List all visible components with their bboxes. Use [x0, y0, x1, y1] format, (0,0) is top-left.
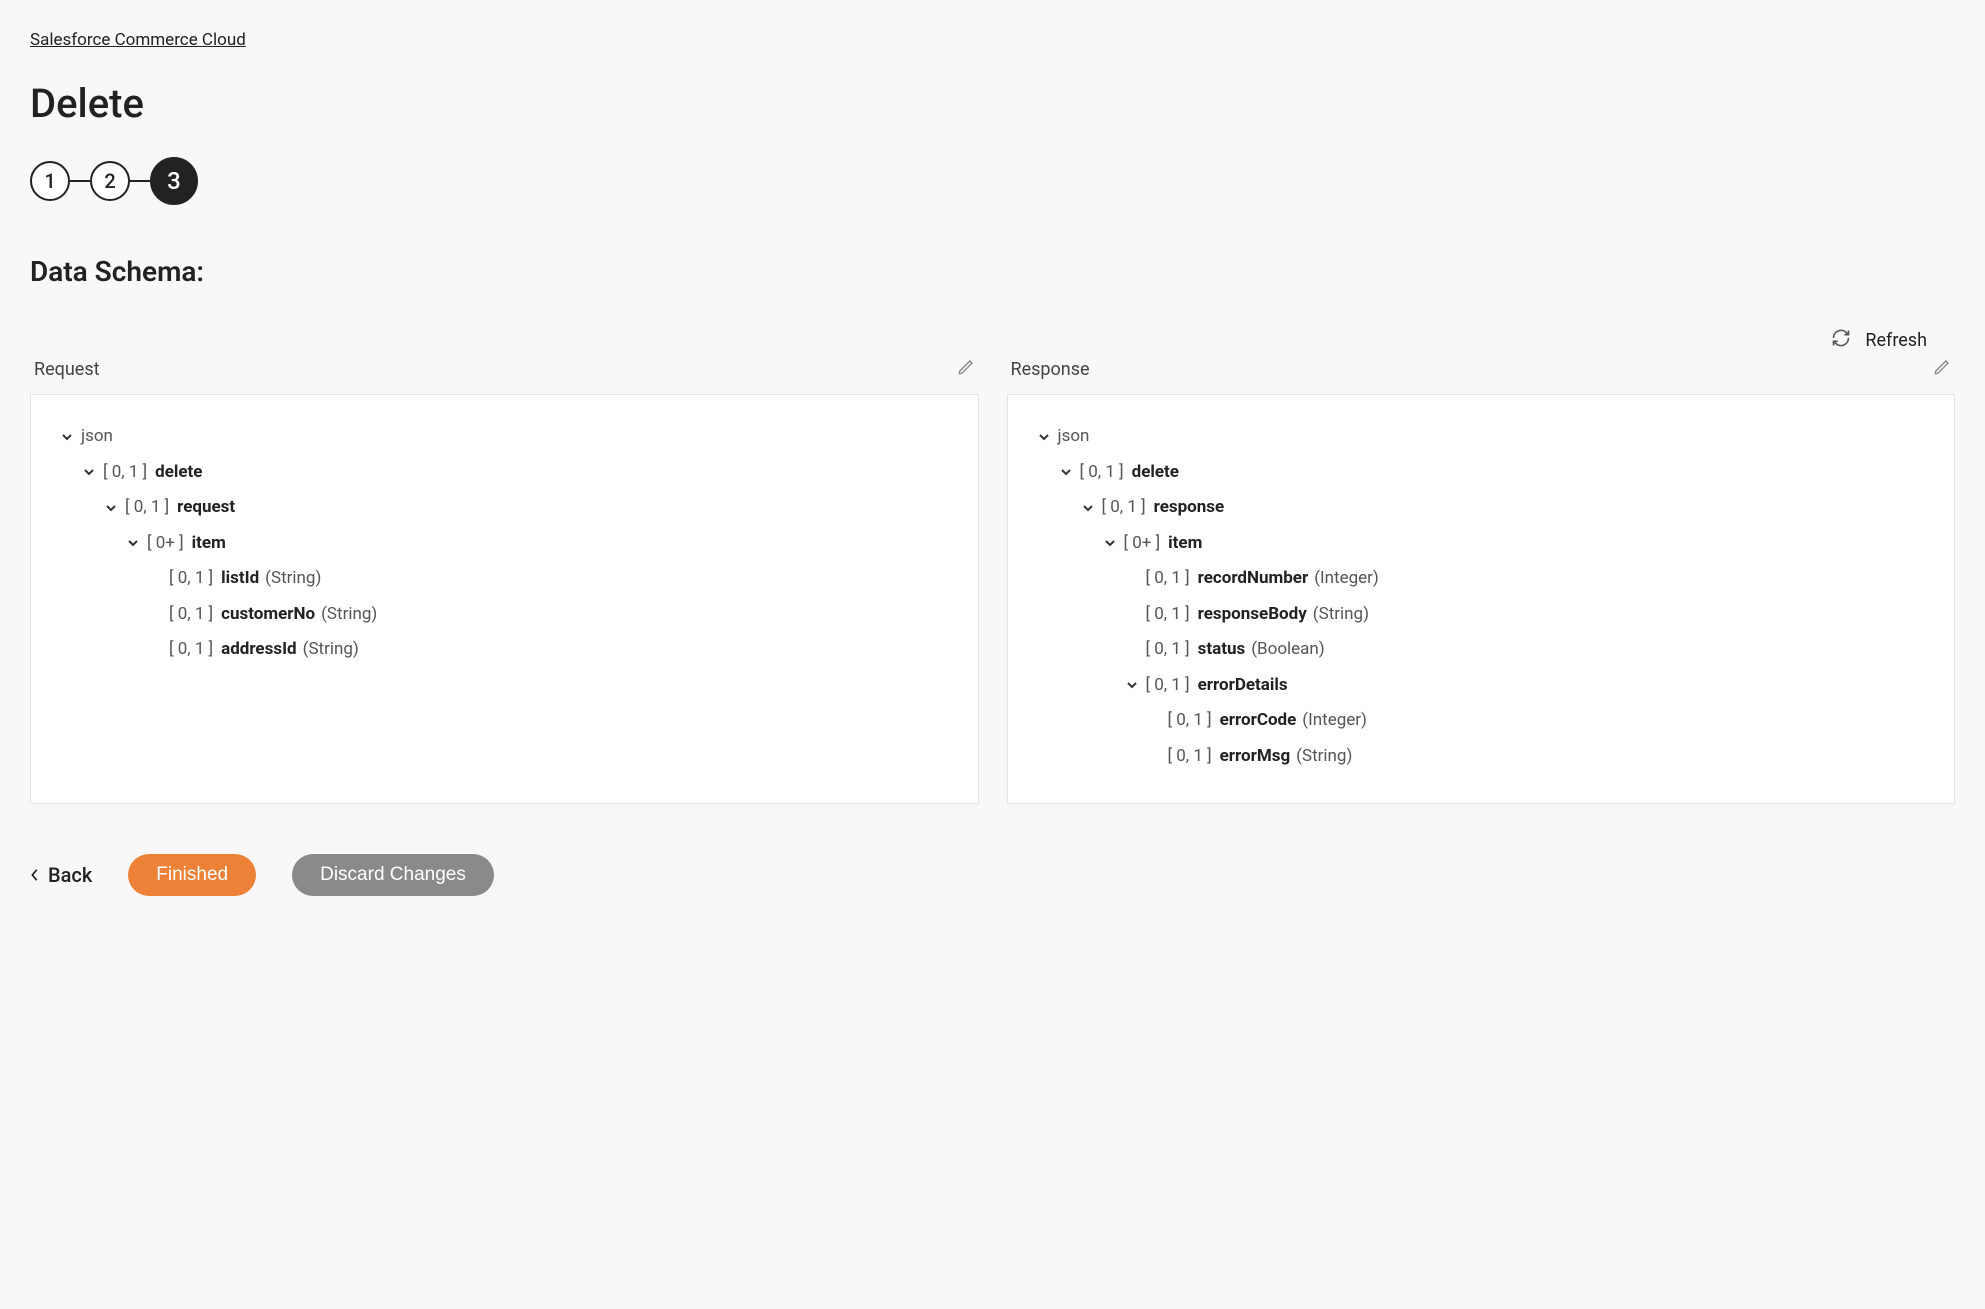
tree-cardinality: [ 0, 1 ]	[1168, 744, 1212, 770]
tree-node-type: (String)	[1313, 602, 1369, 628]
tree-row: [ 0, 1 ] status (Boolean)	[1036, 632, 1927, 668]
tree-row: [ 0, 1 ] request	[59, 490, 950, 526]
tree-node-name: errorDetails	[1198, 673, 1288, 699]
tree-cardinality: [ 0, 1 ]	[1146, 637, 1190, 663]
request-panel: json[ 0, 1 ] delete[ 0, 1 ] request[ 0+ …	[30, 394, 979, 804]
tree-node-type: (String)	[1296, 744, 1352, 770]
tree-cardinality: [ 0, 1 ]	[1080, 460, 1124, 486]
tree-row: [ 0, 1 ] response	[1036, 490, 1927, 526]
tree-node-name: json	[81, 424, 113, 450]
tree-cardinality: [ 0, 1 ]	[1146, 673, 1190, 699]
step-2[interactable]: 2	[90, 161, 130, 201]
response-panel: json[ 0, 1 ] delete[ 0, 1 ] response[ 0+…	[1007, 394, 1956, 804]
tree-cardinality: [ 0+ ]	[1124, 531, 1161, 557]
discard-button[interactable]: Discard Changes	[292, 854, 494, 896]
chevron-down-icon[interactable]	[1102, 535, 1118, 551]
tree-cardinality: [ 0, 1 ]	[169, 637, 213, 663]
refresh-button[interactable]: Refresh	[1831, 328, 1927, 352]
edit-response-button[interactable]	[1933, 358, 1951, 380]
tree-cardinality: [ 0, 1 ]	[1102, 495, 1146, 521]
tree-node-name: item	[1168, 531, 1202, 557]
tree-row: [ 0, 1 ] listId (String)	[59, 561, 950, 597]
tree-row: [ 0, 1 ] delete	[1036, 455, 1927, 491]
stepper: 123	[30, 157, 1955, 205]
tree-node-name: item	[192, 531, 226, 557]
tree-cardinality: [ 0, 1 ]	[169, 602, 213, 628]
back-label: Back	[48, 863, 92, 887]
tree-row: json	[1036, 419, 1927, 455]
chevron-down-icon[interactable]	[1036, 429, 1052, 445]
tree-node-type: (Integer)	[1314, 566, 1379, 592]
tree-node-type: (Integer)	[1302, 708, 1367, 734]
tree-cardinality: [ 0+ ]	[147, 531, 184, 557]
page-title: Delete	[30, 80, 1955, 127]
tree-node-name: addressId	[221, 637, 297, 663]
tree-node-name: customerNo	[221, 602, 315, 628]
request-panel-label: Request	[34, 359, 100, 380]
tree-node-type: (String)	[321, 602, 377, 628]
chevron-down-icon[interactable]	[81, 464, 97, 480]
tree-node-name: delete	[155, 460, 202, 486]
tree-cardinality: [ 0, 1 ]	[103, 460, 147, 486]
edit-request-button[interactable]	[957, 358, 975, 380]
tree-row: [ 0, 1 ] responseBody (String)	[1036, 597, 1927, 633]
tree-node-name: responseBody	[1198, 602, 1307, 628]
tree-node-name: errorCode	[1220, 708, 1297, 734]
step-connector	[130, 180, 150, 182]
tree-row: [ 0, 1 ] errorDetails	[1036, 668, 1927, 704]
chevron-down-icon[interactable]	[125, 535, 141, 551]
tree-node-name: status	[1198, 637, 1246, 663]
tree-node-name: request	[177, 495, 235, 521]
back-button[interactable]: Back	[30, 863, 92, 887]
tree-row: [ 0, 1 ] recordNumber (Integer)	[1036, 561, 1927, 597]
chevron-down-icon[interactable]	[103, 500, 119, 516]
tree-row: [ 0+ ] item	[1036, 526, 1927, 562]
tree-node-type: (String)	[265, 566, 321, 592]
tree-node-name: errorMsg	[1220, 744, 1291, 770]
tree-cardinality: [ 0, 1 ]	[1146, 602, 1190, 628]
breadcrumb-link[interactable]: Salesforce Commerce Cloud	[30, 30, 246, 50]
tree-cardinality: [ 0, 1 ]	[169, 566, 213, 592]
tree-cardinality: [ 0, 1 ]	[125, 495, 169, 521]
tree-node-name: json	[1058, 424, 1090, 450]
refresh-icon	[1831, 328, 1851, 352]
tree-row: [ 0, 1 ] addressId (String)	[59, 632, 950, 668]
tree-row: [ 0, 1 ] delete	[59, 455, 950, 491]
tree-node-name: listId	[221, 566, 259, 592]
section-title: Data Schema:	[30, 255, 1955, 288]
step-1[interactable]: 1	[30, 161, 70, 201]
tree-row: [ 0+ ] item	[59, 526, 950, 562]
tree-row: [ 0, 1 ] errorCode (Integer)	[1036, 703, 1927, 739]
tree-cardinality: [ 0, 1 ]	[1168, 708, 1212, 734]
tree-node-type: (String)	[303, 637, 359, 663]
chevron-down-icon[interactable]	[1124, 677, 1140, 693]
tree-row: json	[59, 419, 950, 455]
response-panel-label: Response	[1011, 359, 1090, 380]
step-3[interactable]: 3	[150, 157, 198, 205]
tree-row: [ 0, 1 ] customerNo (String)	[59, 597, 950, 633]
chevron-down-icon[interactable]	[1080, 500, 1096, 516]
tree-node-name: recordNumber	[1198, 566, 1309, 592]
chevron-down-icon[interactable]	[1058, 464, 1074, 480]
tree-node-name: response	[1154, 495, 1225, 521]
tree-node-type: (Boolean)	[1251, 637, 1325, 663]
tree-row: [ 0, 1 ] errorMsg (String)	[1036, 739, 1927, 775]
step-connector	[70, 180, 90, 182]
chevron-down-icon[interactable]	[59, 429, 75, 445]
tree-cardinality: [ 0, 1 ]	[1146, 566, 1190, 592]
tree-node-name: delete	[1132, 460, 1179, 486]
refresh-label: Refresh	[1865, 330, 1927, 351]
finished-button[interactable]: Finished	[128, 854, 256, 896]
